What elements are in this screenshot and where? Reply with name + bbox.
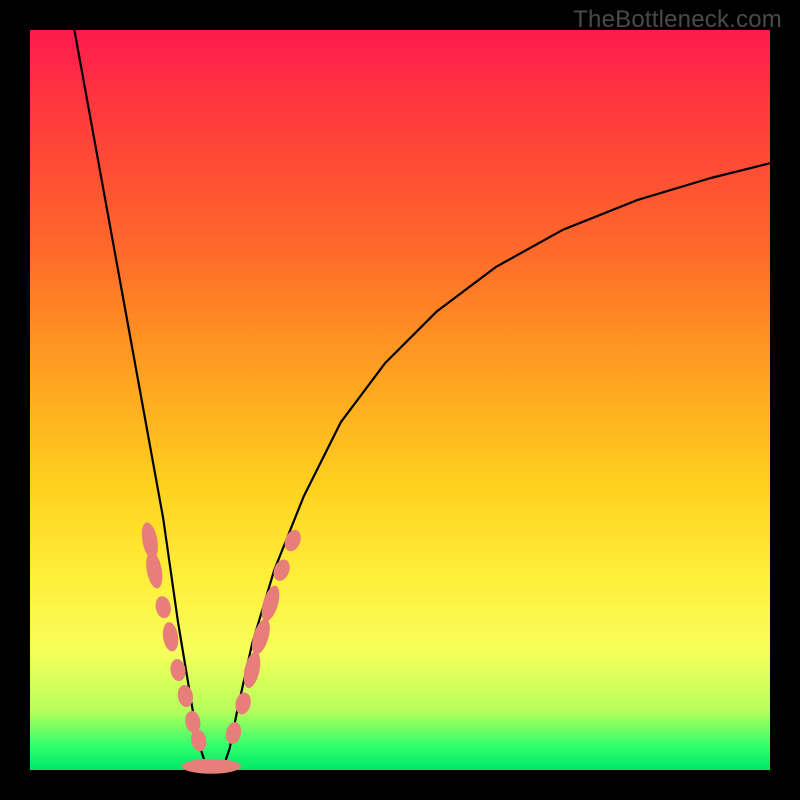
bead (182, 759, 241, 774)
bead (144, 551, 165, 590)
bead (248, 617, 273, 657)
bead (154, 595, 173, 620)
chart-frame: TheBottleneck.com (0, 0, 800, 800)
bead (161, 621, 180, 652)
bottleneck-curve (74, 30, 770, 770)
plot-area (30, 30, 770, 770)
curve-svg (30, 30, 770, 770)
bead (282, 528, 304, 554)
bead (258, 584, 283, 624)
bead (271, 557, 293, 583)
bead (224, 721, 243, 746)
